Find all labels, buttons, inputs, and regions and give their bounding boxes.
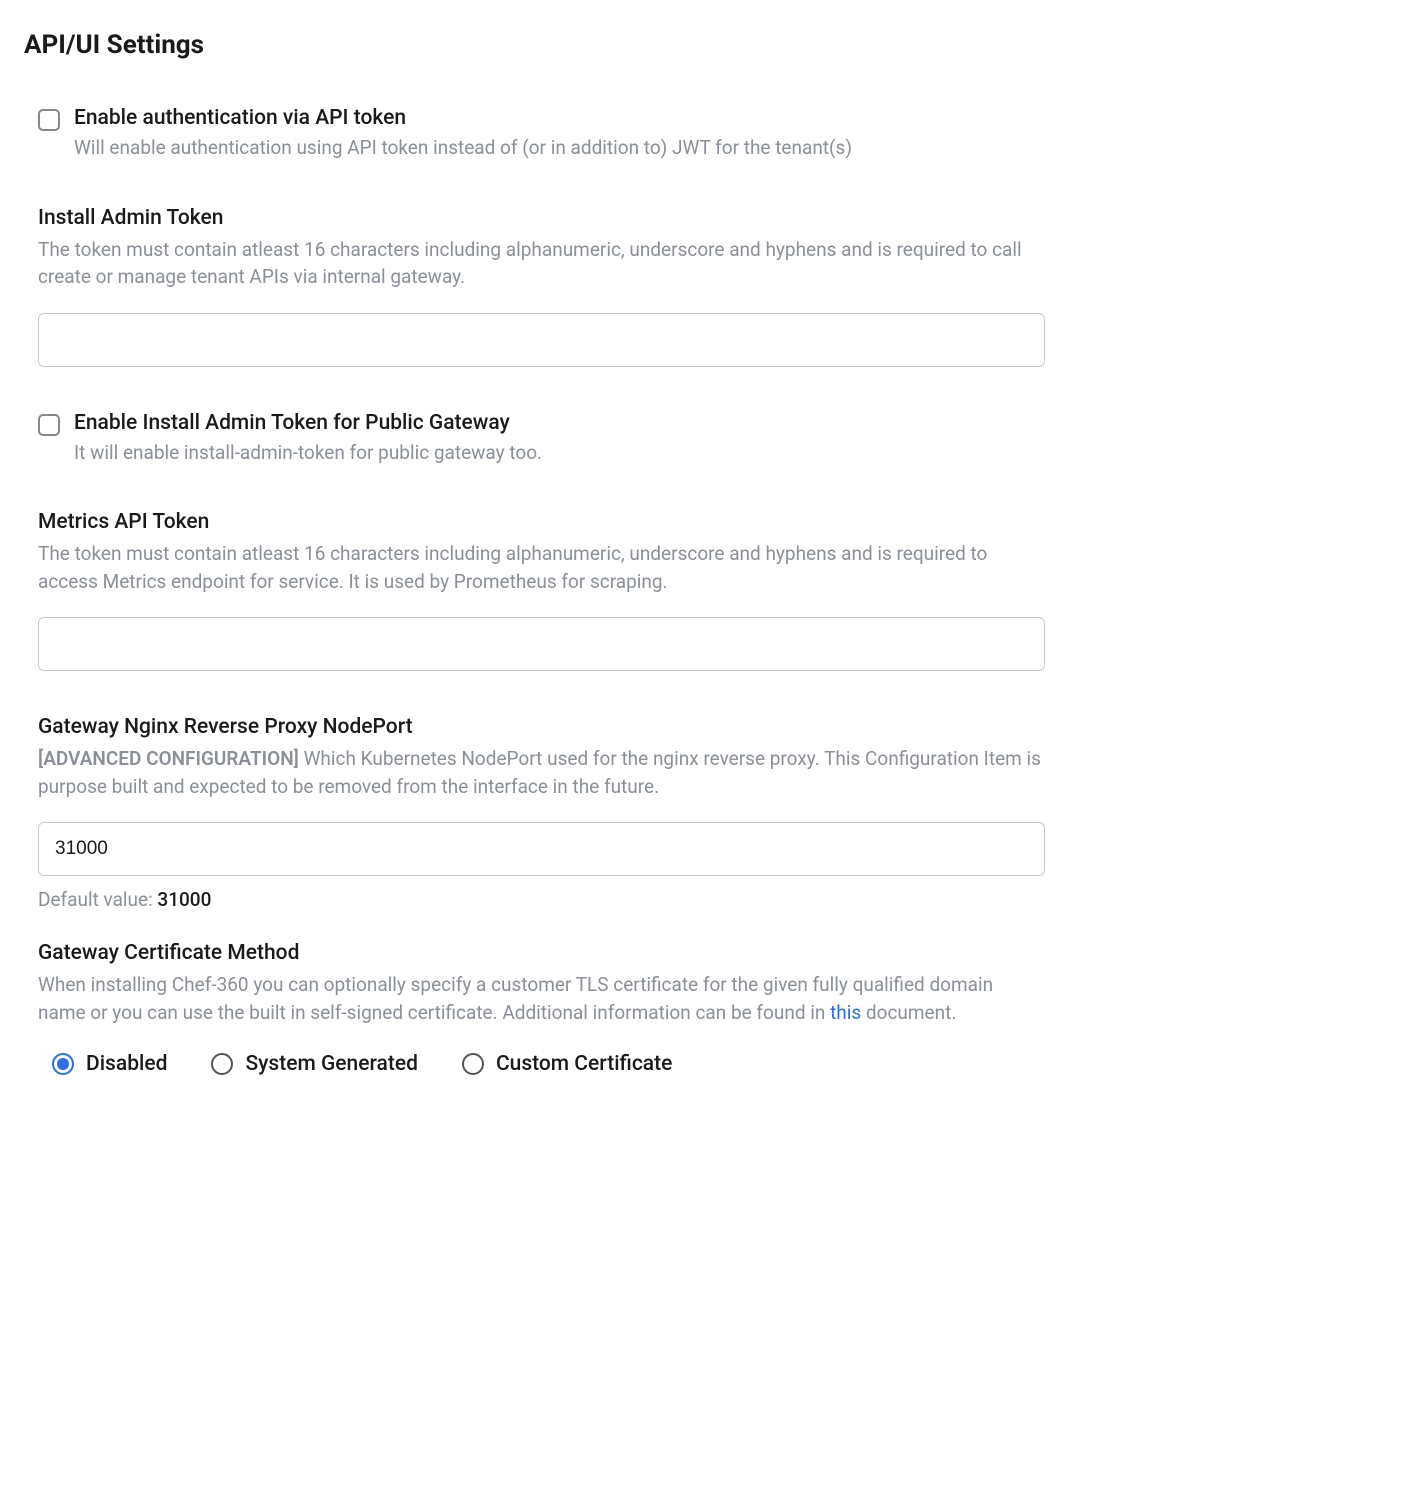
enable-install-admin-public-desc: It will enable install-admin-token for p… — [74, 439, 1045, 467]
metrics-api-token-input[interactable] — [38, 617, 1045, 671]
gateway-nodeport-default-value: 31000 — [157, 888, 211, 911]
gateway-cert-desc: When installing Chef-360 you can optiona… — [38, 971, 1045, 1026]
gateway-cert-desc-post: document. — [861, 1001, 956, 1024]
gateway-cert-option-system[interactable]: System Generated — [211, 1052, 418, 1076]
enable-api-token-row: Enable authentication via API token Will… — [24, 106, 1045, 162]
install-admin-token-block: Install Admin Token The token must conta… — [24, 206, 1045, 367]
metrics-api-token-block: Metrics API Token The token must contain… — [24, 510, 1045, 671]
gateway-nodeport-default-label: Default value: — [38, 888, 157, 911]
gateway-nodeport-label: Gateway Nginx Reverse Proxy NodePort — [38, 715, 1045, 739]
enable-install-admin-public-row: Enable Install Admin Token for Public Ga… — [24, 411, 1045, 467]
gateway-nodeport-input[interactable] — [38, 822, 1045, 876]
gateway-cert-radio-custom-label: Custom Certificate — [496, 1052, 672, 1076]
enable-api-token-checkbox[interactable] — [38, 109, 60, 131]
enable-api-token-desc: Will enable authentication using API tok… — [74, 134, 1045, 162]
gateway-nodeport-block: Gateway Nginx Reverse Proxy NodePort [AD… — [24, 715, 1045, 911]
install-admin-token-desc: The token must contain atleast 16 charac… — [38, 236, 1045, 291]
gateway-cert-option-custom[interactable]: Custom Certificate — [462, 1052, 672, 1076]
gateway-cert-label: Gateway Certificate Method — [38, 941, 1045, 965]
gateway-nodeport-desc-prefix: [ADVANCED CONFIGURATION] — [38, 747, 299, 770]
gateway-cert-radio-system[interactable] — [211, 1053, 233, 1075]
enable-install-admin-public-checkbox[interactable] — [38, 414, 60, 436]
gateway-cert-radio-custom[interactable] — [462, 1053, 484, 1075]
gateway-cert-radio-group: Disabled System Generated Custom Certifi… — [38, 1052, 1045, 1076]
install-admin-token-label: Install Admin Token — [38, 206, 1045, 230]
metrics-api-token-label: Metrics API Token — [38, 510, 1045, 534]
gateway-cert-block: Gateway Certificate Method When installi… — [24, 941, 1045, 1076]
metrics-api-token-desc: The token must contain atleast 16 charac… — [38, 540, 1045, 595]
gateway-cert-link[interactable]: this — [830, 1001, 861, 1024]
gateway-cert-radio-system-label: System Generated — [245, 1052, 418, 1076]
section-title: API/UI Settings — [24, 30, 1045, 60]
gateway-cert-radio-disabled[interactable] — [52, 1053, 74, 1075]
enable-api-token-label: Enable authentication via API token — [74, 106, 1045, 130]
gateway-nodeport-desc: [ADVANCED CONFIGURATION] Which Kubernete… — [38, 745, 1045, 800]
gateway-cert-radio-disabled-label: Disabled — [86, 1052, 167, 1076]
install-admin-token-input[interactable] — [38, 313, 1045, 367]
gateway-cert-option-disabled[interactable]: Disabled — [52, 1052, 167, 1076]
gateway-nodeport-default: Default value: 31000 — [38, 888, 1045, 911]
enable-install-admin-public-label: Enable Install Admin Token for Public Ga… — [74, 411, 1045, 435]
